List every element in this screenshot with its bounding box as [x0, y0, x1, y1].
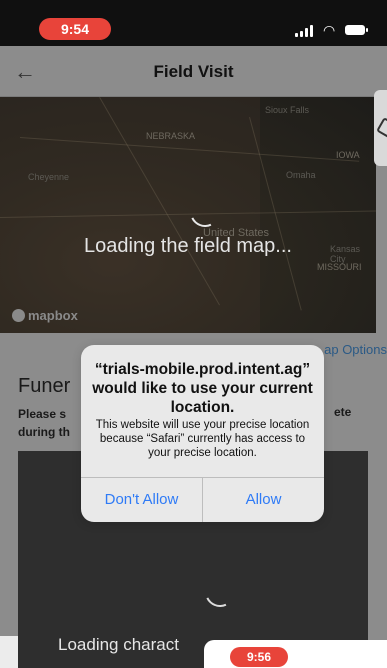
map-label: IOWA	[336, 150, 360, 160]
layers-icon	[376, 117, 387, 139]
characteristics-loading-text: Loading charact	[58, 635, 179, 654]
section-description-tail: ete	[334, 405, 352, 419]
battery-icon	[345, 25, 368, 35]
allow-button[interactable]: Allow	[203, 478, 324, 522]
status-time: 9:54	[39, 18, 111, 40]
nav-bar: ← Field Visit	[0, 46, 387, 97]
map-label: Cheyenne	[28, 172, 70, 182]
status-bar: 9:54 ◠	[0, 0, 387, 46]
dont-allow-button[interactable]: Don't Allow	[81, 478, 202, 522]
map-label: NEBRASKA	[146, 131, 196, 141]
wifi-icon: ◠	[323, 22, 336, 38]
map-options-link[interactable]: ap Options	[324, 342, 387, 357]
phone-screen: 9:54 ◠ ← Field Visit Sioux Falls IOWA Om…	[0, 0, 387, 668]
location-permission-alert: “trials-mobile.prod.intent.ag” would lik…	[81, 345, 324, 522]
map-label: MISSOURI	[317, 262, 362, 272]
page-title: Field Visit	[153, 62, 234, 81]
section-title: Funer	[18, 375, 71, 397]
map-layers-button[interactable]	[374, 90, 387, 166]
loading-spinner-icon	[200, 572, 240, 612]
alert-message: This website will use your precise locat…	[95, 419, 310, 459]
status-icons: ◠	[295, 22, 368, 38]
map-loading-text: Loading the field map...	[84, 235, 292, 257]
mapbox-icon	[12, 309, 25, 323]
map-label: Sioux Falls	[265, 105, 310, 115]
next-screenshot-preview: 9:56	[204, 640, 387, 668]
bottom-edge	[0, 636, 18, 668]
mapbox-logo: mapbox	[12, 307, 78, 323]
field-map[interactable]: Sioux Falls IOWA Omaha Cheyenne United S…	[0, 97, 376, 333]
map-label: Omaha	[286, 170, 316, 180]
peek-status-time: 9:56	[230, 647, 288, 667]
alert-title: “trials-mobile.prod.intent.ag” would lik…	[92, 361, 313, 416]
